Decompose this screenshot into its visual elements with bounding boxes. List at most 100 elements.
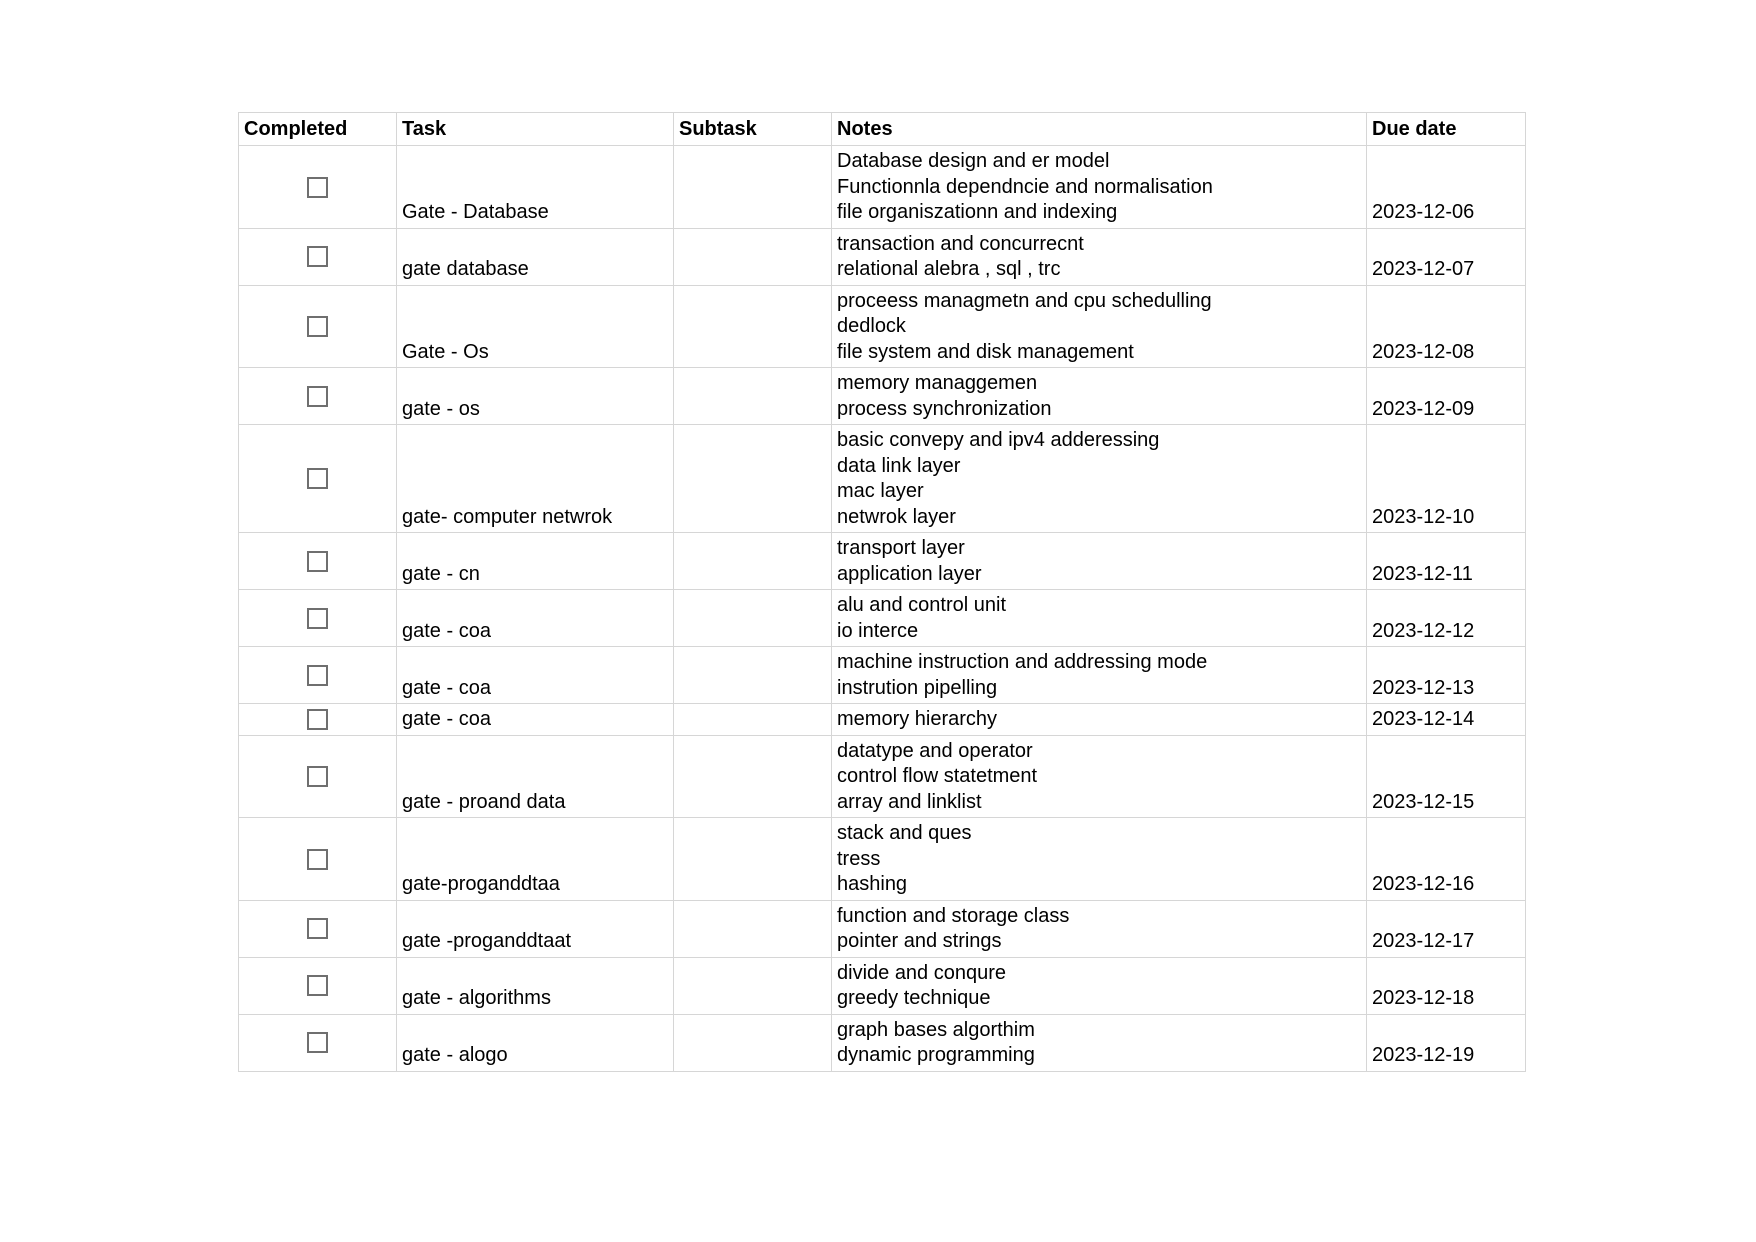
task-cell: Gate - Database: [396, 145, 674, 229]
header-row: Completed Task Subtask Notes Due date: [238, 112, 1526, 146]
completed-checkbox[interactable]: [307, 709, 328, 731]
note-line: transaction and concurrecnt: [837, 232, 1084, 255]
due-date-cell: 2023-12-15: [1366, 734, 1526, 818]
completed-checkbox[interactable]: [307, 246, 328, 268]
table-row: gate - alogo graph bases algorthim dynamic…: [238, 1013, 1526, 1072]
task-cell: gate - algorithms: [396, 956, 674, 1015]
due-date-cell: 2023-12-19: [1366, 1013, 1526, 1072]
table-row: gate -proganddtaat function and storage c…: [238, 899, 1526, 958]
header-task: Task: [396, 112, 674, 146]
subtask-cell: [673, 227, 832, 286]
note-line: dedlock: [837, 315, 906, 337]
completed-checkbox[interactable]: [307, 468, 328, 490]
note-line: transport layer: [837, 537, 965, 559]
completed-cell: [238, 646, 397, 704]
table-body: Gate - Database Database design and er mo…: [238, 145, 1526, 1072]
table-row: gate - cn transport layer application laye…: [238, 532, 1526, 590]
header-notes: Notes: [831, 112, 1367, 146]
table-row: gate - proand data datatype and operator c…: [238, 734, 1526, 818]
subtask-cell: [673, 424, 832, 533]
completed-checkbox[interactable]: [307, 918, 328, 940]
task-table: Completed Task Subtask Notes Due date Ga…: [238, 112, 1526, 1072]
completed-cell: [238, 367, 397, 425]
completed-checkbox[interactable]: [307, 848, 328, 870]
task-name: Gate - Os: [402, 340, 489, 363]
note-line: function and storage class: [837, 904, 1070, 927]
completed-cell: [238, 532, 397, 590]
due-date: 2023-12-16: [1372, 873, 1475, 895]
completed-cell: [238, 227, 397, 286]
note-line: stack and ques: [837, 822, 972, 844]
subtask-cell: [673, 703, 832, 736]
subtask-cell: [673, 1013, 832, 1072]
task-cell: gate -proganddtaat: [396, 899, 674, 958]
task-name: gate - os: [402, 397, 480, 420]
task-cell: gate database: [396, 227, 674, 286]
subtask-cell: [673, 734, 832, 818]
note-line: basic convepy and ipv4 adderessing: [837, 429, 1160, 451]
notes-cell: memory hierarchy: [831, 703, 1367, 736]
note-line: dynamic programming: [837, 1044, 1035, 1066]
note-line: file organiszationn and indexing: [837, 201, 1118, 223]
notes-cell: function and storage class pointer and st…: [831, 899, 1367, 958]
completed-checkbox[interactable]: [307, 550, 328, 572]
task-cell: gate - alogo: [396, 1013, 674, 1072]
task-name: gate - coa: [402, 676, 491, 699]
notes-cell: alu and control unit io interce: [831, 589, 1367, 647]
task-cell: gate - coa: [396, 646, 674, 704]
subtask-cell: [673, 956, 832, 1015]
notes-cell: Database design and er model Functionnla …: [831, 145, 1367, 229]
due-date: 2023-12-06: [1372, 201, 1475, 223]
completed-cell: [238, 817, 397, 901]
note-line: proceess managmetn and cpu schedulling: [837, 289, 1212, 312]
task-name: gate database: [402, 258, 529, 280]
completed-checkbox[interactable]: [307, 176, 328, 198]
completed-checkbox[interactable]: [307, 385, 328, 407]
task-cell: gate - proand data: [396, 734, 674, 818]
note-line: control flow statetment: [837, 765, 1038, 787]
notes-cell: datatype and operator control flow statet…: [831, 734, 1367, 818]
subtask-cell: [673, 367, 832, 425]
completed-checkbox[interactable]: [307, 316, 328, 338]
note-line: data link layer: [837, 454, 961, 477]
completed-cell: [238, 284, 397, 368]
task-cell: gate - os: [396, 367, 674, 425]
completed-checkbox[interactable]: [307, 766, 328, 788]
completed-checkbox[interactable]: [307, 607, 328, 629]
task-cell: gate- computer netwrok: [396, 424, 674, 533]
note-line: process synchronization: [837, 397, 1052, 420]
note-line: machine instruction and addressing mode: [837, 651, 1208, 673]
due-date: 2023-12-11: [1372, 562, 1473, 585]
note-line: relational alebra , sql , trc: [837, 258, 1061, 280]
due-date: 2023-12-07: [1372, 258, 1475, 280]
due-date: 2023-12-15: [1372, 790, 1475, 813]
header-due-date: Due date: [1366, 112, 1526, 146]
note-line: memory managgemen: [837, 372, 1038, 394]
notes-cell: proceess managmetn and cpu schedulling de…: [831, 284, 1367, 368]
note-line: alu and control unit: [837, 594, 1007, 616]
due-date: 2023-12-19: [1372, 1044, 1475, 1066]
note-line: hashing: [837, 873, 908, 895]
due-date: 2023-12-18: [1372, 987, 1475, 1009]
notes-cell: memory managgemen process synchronization: [831, 367, 1367, 425]
table-row: gate database transaction and concurrecnt…: [238, 227, 1526, 286]
due-date: 2023-12-17: [1372, 930, 1475, 952]
completed-cell: [238, 424, 397, 533]
table-row: gate - algorithms divide and conqure greed…: [238, 956, 1526, 1015]
notes-cell: machine instruction and addressing mode i…: [831, 646, 1367, 704]
table-header: Completed Task Subtask Notes Due date: [238, 112, 1526, 146]
completed-checkbox[interactable]: [307, 975, 328, 997]
due-date-cell: 2023-12-07: [1366, 227, 1526, 286]
task-name: gate -proganddtaat: [402, 930, 572, 952]
notes-cell: stack and ques tress hashing: [831, 817, 1367, 901]
due-date: 2023-12-14: [1372, 708, 1475, 730]
completed-checkbox[interactable]: [307, 664, 328, 686]
note-line: application layer: [837, 562, 982, 585]
completed-checkbox[interactable]: [307, 1032, 328, 1054]
notes-cell: basic convepy and ipv4 adderessing data l…: [831, 424, 1367, 533]
due-date-cell: 2023-12-11: [1366, 532, 1526, 590]
note-line: memory hierarchy: [837, 708, 998, 730]
note-line: netwrok layer: [837, 505, 956, 528]
task-name: gate - algorithms: [402, 987, 551, 1009]
note-line: Database design and er model: [837, 150, 1110, 172]
